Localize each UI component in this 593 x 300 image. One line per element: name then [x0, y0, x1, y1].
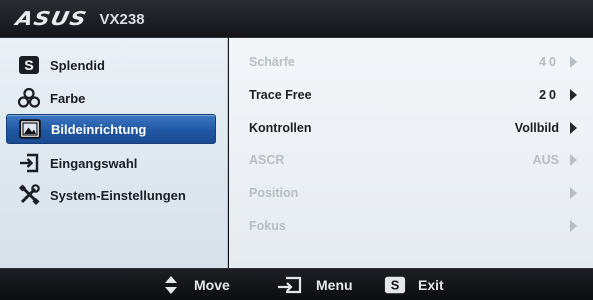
- chevron-right-icon: [570, 154, 577, 166]
- setting-row-kontrollen[interactable]: Kontrollen Vollbild: [249, 116, 589, 140]
- setting-row-fokus[interactable]: Fokus: [249, 214, 589, 238]
- exit-s-icon: S: [384, 276, 406, 294]
- setting-row-schaerfe[interactable]: Schärfe 40: [249, 50, 589, 74]
- menu-item-label: Splendid: [50, 57, 105, 73]
- setting-row-trace-free[interactable]: Trace Free 20: [249, 83, 589, 107]
- move-label: Move: [194, 277, 230, 293]
- chevron-right-icon: [570, 187, 577, 199]
- brand-logo: ASUS VX238: [13, 8, 145, 30]
- setting-value: 40: [539, 55, 559, 69]
- settings-panel: Schärfe 40 Trace Free 20 Kontrollen Voll…: [229, 38, 593, 268]
- up-down-arrows-icon: [160, 276, 182, 294]
- menu-hint[interactable]: Menu: [276, 274, 353, 296]
- brand-name: ASUS: [13, 8, 90, 30]
- setting-row-position[interactable]: Position: [249, 181, 589, 205]
- exit-label: Exit: [418, 277, 444, 293]
- menu-item-label: System-Einstellungen: [50, 187, 186, 203]
- menu-item-farbe[interactable]: Farbe: [6, 83, 216, 113]
- chevron-right-icon: [570, 56, 577, 68]
- menu-label: Menu: [316, 277, 353, 293]
- setting-label: Trace Free: [249, 88, 312, 102]
- setting-row-ascr[interactable]: ASCR AUS: [249, 148, 589, 172]
- menu-item-eingangswahl[interactable]: Eingangswahl: [6, 148, 216, 178]
- menu-item-splendid[interactable]: S Splendid: [6, 50, 216, 80]
- setting-label: Position: [249, 186, 299, 200]
- splendid-s-icon: S: [18, 54, 40, 76]
- move-hint[interactable]: Move: [160, 274, 230, 296]
- menu-enter-icon: [276, 276, 304, 294]
- exit-hint[interactable]: S Exit: [384, 274, 444, 296]
- menu-item-bildeinrichtung[interactable]: Bildeinrichtung: [6, 114, 216, 144]
- setting-label: Schärfe: [249, 55, 295, 69]
- chevron-right-icon: [570, 220, 577, 232]
- monitor-osd: ASUS VX238 S Splendid Farbe Bildeinricht…: [0, 0, 593, 300]
- color-dots-icon: [18, 87, 40, 109]
- chevron-right-icon: [570, 122, 577, 134]
- menu-item-label: Farbe: [50, 90, 86, 106]
- input-enter-icon: [18, 152, 40, 174]
- svg-text:S: S: [391, 278, 400, 293]
- setting-value: AUS: [532, 153, 559, 167]
- osd-header: ASUS VX238: [0, 0, 593, 38]
- setting-value: Vollbild: [514, 121, 559, 135]
- menu-item-label: Eingangswahl: [50, 155, 138, 171]
- model-name: VX238: [99, 10, 145, 28]
- key-hint-bar: Move Menu S Exit: [0, 268, 593, 300]
- setting-label: Kontrollen: [249, 121, 312, 135]
- main-menu: S Splendid Farbe Bildeinrichtung Eingang…: [0, 38, 228, 268]
- menu-item-system-einstellungen[interactable]: System-Einstellungen: [6, 180, 216, 210]
- svg-text:S: S: [24, 57, 33, 73]
- setting-value: 20: [539, 88, 559, 102]
- tools-icon: [18, 184, 40, 206]
- image-icon: [19, 118, 41, 140]
- menu-item-label: Bildeinrichtung: [51, 121, 147, 137]
- chevron-right-icon: [570, 89, 577, 101]
- setting-label: Fokus: [249, 219, 286, 233]
- setting-label: ASCR: [249, 153, 285, 167]
